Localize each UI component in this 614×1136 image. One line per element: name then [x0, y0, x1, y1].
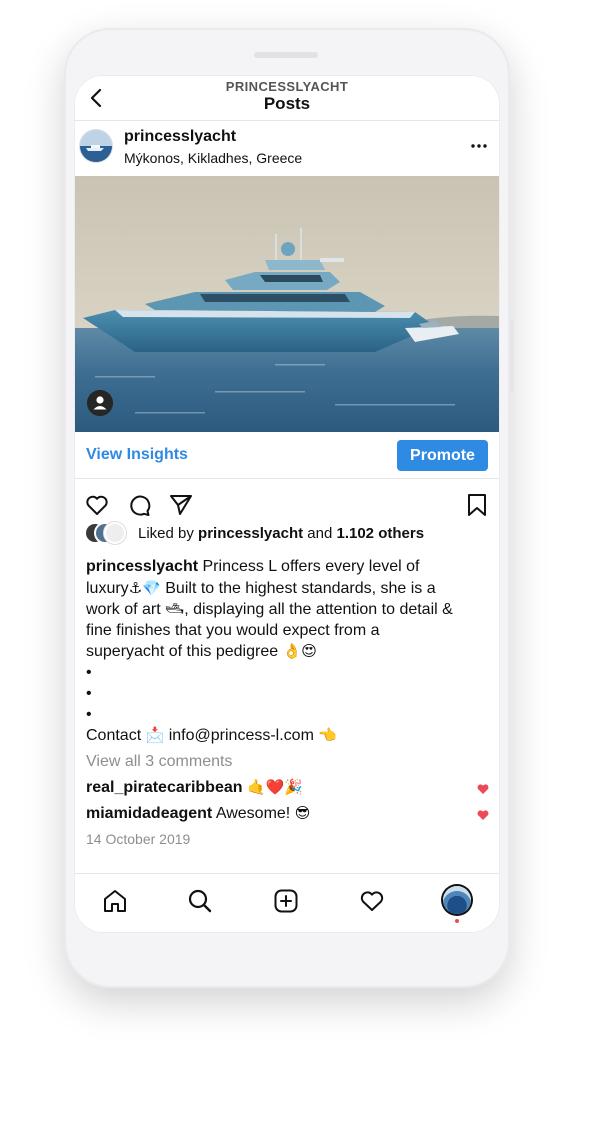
post-photo[interactable] — [75, 176, 499, 432]
contact-label: Contact — [86, 727, 146, 744]
promote-button[interactable]: Promote — [397, 440, 488, 471]
comment-row: miamidadeagent Awesome! 😎 — [86, 804, 476, 823]
person-tag-icon[interactable] — [87, 390, 113, 416]
bottom-nav — [75, 873, 499, 932]
contact-email[interactable]: info@princess-l.com — [164, 727, 318, 744]
view-insights-link[interactable]: View Insights — [86, 446, 188, 464]
likes-middle: and — [303, 525, 337, 542]
comment-emoji: 🤙❤️🎉 — [246, 778, 304, 796]
caption-emoji: 🛥 — [165, 600, 185, 618]
comment-text: Awesome! — [212, 805, 295, 822]
caption-text: superyacht of this pedigree — [86, 643, 283, 660]
post-location[interactable]: Mýkonos, Kikladhes, Greece — [124, 150, 302, 166]
likes-row[interactable]: Liked by princesslyacht and 1.102 others — [86, 524, 496, 546]
caption-bullet: • — [86, 663, 92, 681]
post-username[interactable]: princesslyacht — [124, 128, 236, 146]
phone-speaker — [254, 52, 318, 58]
page-title: Posts — [263, 94, 311, 113]
comment-emoji: 😎 — [294, 804, 311, 822]
likes-user[interactable]: princesslyacht — [198, 525, 303, 542]
comment-icon[interactable] — [126, 492, 152, 518]
comment-username[interactable]: miamidadeagent — [86, 805, 212, 822]
likes-text: Liked by princesslyacht and 1.102 others — [138, 525, 424, 542]
home-icon[interactable] — [101, 887, 129, 915]
caption-text: Princess L offers every level of — [198, 558, 420, 575]
activity-heart-icon[interactable] — [358, 887, 386, 915]
contact-line: Contact 📩 info@princess-l.com 👈 — [86, 726, 337, 745]
share-icon[interactable] — [168, 492, 194, 518]
bookmark-icon[interactable] — [464, 492, 490, 518]
caption-text: work of art — [86, 601, 166, 618]
comment-like-heart-icon[interactable] — [477, 809, 489, 821]
likes-prefix: Liked by — [138, 525, 199, 542]
pointer-emoji: 👈 — [318, 726, 338, 744]
caption-text: fine finishes that you would expect from… — [86, 621, 380, 639]
caption-username[interactable]: princesslyacht — [86, 558, 198, 575]
notification-dot — [455, 919, 459, 923]
insights-bar: View Insights Promote — [75, 432, 499, 479]
search-icon[interactable] — [186, 887, 214, 915]
post-avatar[interactable] — [80, 130, 112, 162]
phone-side-button — [510, 320, 514, 392]
caption-text: luxury — [86, 579, 129, 597]
yacht-photo — [75, 176, 499, 432]
post-header: princesslyacht Mýkonos, Kikladhes, Greec… — [75, 120, 499, 176]
account-name: PRINCESSLYACHT — [225, 79, 349, 94]
caption-emoji: 👌😍 — [282, 642, 317, 660]
caption-bullet: • — [86, 684, 92, 702]
comment-username[interactable]: real_piratecaribbean — [86, 779, 243, 796]
add-post-icon[interactable] — [272, 887, 300, 915]
avatar-yacht-image — [80, 130, 112, 162]
comment-like-heart-icon[interactable] — [477, 783, 489, 795]
app-screen: PRINCESSLYACHT Posts princesslyacht Mýko… — [75, 76, 499, 932]
envelope-emoji: 📩 — [145, 726, 165, 744]
caption-text: , displaying all the attention to detail… — [184, 601, 453, 618]
liker-avatar — [106, 524, 124, 542]
top-header: PRINCESSLYACHT Posts — [75, 76, 499, 121]
phone-frame: PRINCESSLYACHT Posts princesslyacht Mýko… — [64, 28, 514, 988]
likes-others[interactable]: 1.102 others — [336, 525, 424, 542]
comment-row: real_piratecaribbean 🤙❤️🎉 — [86, 778, 476, 797]
profile-avatar[interactable] — [443, 886, 471, 914]
post-caption: princesslyacht Princess L offers every l… — [86, 557, 492, 726]
caption-bullet: • — [86, 705, 92, 723]
caption-text: Built to the highest standards, she is a — [160, 579, 436, 597]
post-date: 14 October 2019 — [86, 831, 191, 847]
heart-icon[interactable] — [84, 492, 110, 518]
more-icon[interactable] — [469, 138, 489, 154]
caption-emoji: ⚓💎 — [128, 578, 161, 597]
view-all-comments-link[interactable]: View all 3 comments — [86, 753, 232, 771]
